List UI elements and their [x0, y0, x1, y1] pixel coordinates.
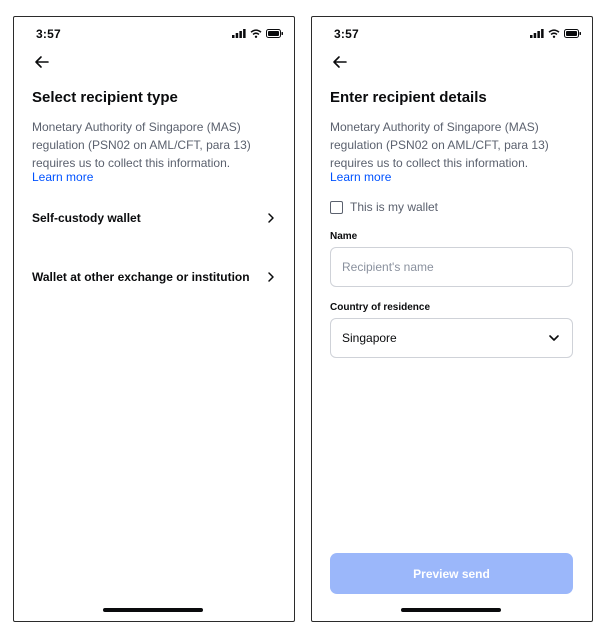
page-title: Select recipient type — [32, 89, 178, 106]
chevron-down-icon — [549, 335, 559, 341]
arrow-left-icon[interactable] — [33, 53, 51, 71]
preview-send-button[interactable]: Preview send — [330, 553, 573, 594]
chevron-right-icon — [268, 272, 274, 282]
page-title: Enter recipient details — [330, 89, 487, 106]
wifi-icon — [250, 29, 262, 38]
arrow-left-icon[interactable] — [331, 53, 349, 71]
option-label: Wallet at other exchange or institution — [32, 270, 250, 284]
battery-icon — [266, 29, 283, 38]
recipient-name-input[interactable] — [330, 247, 573, 287]
status-icons — [232, 29, 284, 38]
learn-more-link[interactable]: Learn more — [330, 170, 391, 184]
country-select[interactable]: Singapore — [330, 318, 573, 358]
country-field-label: Country of residence — [330, 302, 431, 313]
self-custody-wallet-option[interactable]: Self-custody wallet — [32, 204, 276, 232]
status-time: 3:57 — [334, 27, 359, 41]
home-indicator — [103, 608, 203, 612]
battery-icon — [564, 29, 581, 38]
wifi-icon — [548, 29, 560, 38]
learn-more-link[interactable]: Learn more — [32, 170, 93, 184]
my-wallet-checkbox[interactable] — [330, 200, 343, 214]
regulation-description: Monetary Authority of Singapore (MAS) re… — [32, 120, 251, 170]
enter-recipient-details-screen: 3:57 Enter recipient details Monetary Au… — [311, 16, 593, 622]
chevron-right-icon — [268, 213, 274, 223]
status-bar: 3:57 — [312, 27, 592, 43]
my-wallet-checkbox-row[interactable]: This is my wallet — [330, 200, 438, 214]
select-recipient-type-screen: 3:57 Select recipient type Monetary Auth… — [13, 16, 295, 622]
status-time: 3:57 — [36, 27, 61, 41]
name-field-label: Name — [330, 231, 358, 242]
signal-icon — [530, 29, 544, 38]
my-wallet-checkbox-label: This is my wallet — [350, 200, 439, 214]
status-icons — [530, 29, 582, 38]
signal-icon — [232, 29, 246, 38]
other-exchange-wallet-option[interactable]: Wallet at other exchange or institution — [32, 263, 276, 291]
regulation-description: Monetary Authority of Singapore (MAS) re… — [330, 120, 549, 170]
country-select-value: Singapore — [342, 331, 397, 345]
status-bar: 3:57 — [14, 27, 294, 43]
option-label: Self-custody wallet — [32, 211, 141, 225]
home-indicator — [401, 608, 501, 612]
